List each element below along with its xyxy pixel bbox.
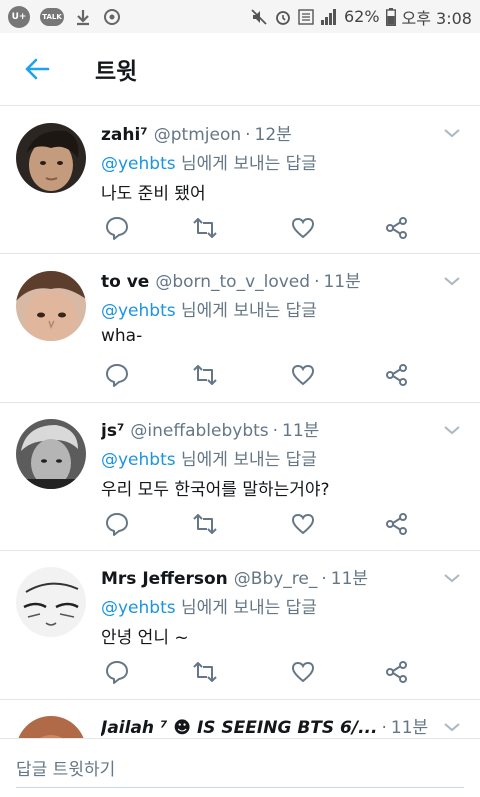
chevron-down-icon[interactable] xyxy=(442,571,462,585)
tweet-header: Mrs Jefferson @Bby_re_ · 11분 xyxy=(101,564,460,590)
tweet[interactable]: Mrs Jefferson @Bby_re_ · 11분 @yehbts 님에게… xyxy=(0,551,480,700)
avatar[interactable] xyxy=(16,271,86,341)
reply-context: @yehbts 님에게 보내는 답글 xyxy=(101,593,460,618)
tweet[interactable]: Jailah ⁷ ☻ IS SEEING BTS 6/... · 11분 xyxy=(0,700,480,738)
top-app-bar: 트윗 xyxy=(0,33,480,106)
username[interactable]: @Bby_re_ xyxy=(234,569,318,589)
like-icon[interactable] xyxy=(290,215,316,241)
volte-icon xyxy=(298,8,314,26)
display-name[interactable]: Mrs Jefferson xyxy=(101,569,228,589)
reply-context-label: 님에게 보내는 답글 xyxy=(181,450,317,470)
kakaotalk-icon: TALK xyxy=(40,7,64,26)
reply-context: @yehbts 님에게 보내는 답글 xyxy=(101,296,460,321)
username[interactable]: @born_to_v_loved xyxy=(155,272,310,292)
username[interactable]: @ptmjeon xyxy=(154,125,241,145)
tweet-header: zahi⁷ @ptmjeon · 12분 xyxy=(101,120,460,146)
chevron-down-icon[interactable] xyxy=(442,274,462,288)
share-icon[interactable] xyxy=(384,215,410,241)
mention-link[interactable]: @yehbts xyxy=(101,450,176,470)
tweet-text: wha- xyxy=(101,326,143,346)
separator-dot: · xyxy=(321,569,327,589)
reply-input[interactable] xyxy=(16,752,464,788)
sync-icon xyxy=(102,7,122,27)
reply-icon[interactable] xyxy=(104,362,130,388)
share-icon[interactable] xyxy=(384,511,410,537)
page-title: 트윗 xyxy=(95,59,138,85)
alarm-icon xyxy=(274,8,292,26)
share-icon[interactable] xyxy=(384,362,410,388)
separator-dot: · xyxy=(314,272,320,292)
username[interactable]: @ineffablebybts xyxy=(130,421,268,441)
tweet-text: 우리 모두 한국어를 말하는거야? xyxy=(101,480,330,500)
mention-link[interactable]: @yehbts xyxy=(101,154,176,174)
tweet-header: js⁷ @ineffablebybts · 11분 xyxy=(101,416,460,442)
separator-dot: · xyxy=(381,718,387,738)
reply-icon[interactable] xyxy=(104,659,130,685)
display-name[interactable]: to ve xyxy=(101,272,149,292)
download-icon xyxy=(74,8,92,26)
share-icon[interactable] xyxy=(384,659,410,685)
timestamp[interactable]: 12분 xyxy=(255,120,292,145)
mute-icon xyxy=(250,8,268,26)
clock: 오후 3:08 xyxy=(401,8,472,28)
uplus-icon: U+ xyxy=(8,5,30,28)
display-name[interactable]: zahi⁷ xyxy=(101,125,148,145)
display-name[interactable]: Jailah ⁷ ☻ IS SEEING BTS 6/... xyxy=(101,718,377,738)
tweet[interactable]: to ve @born_to_v_loved · 11분 @yehbts 님에게… xyxy=(0,254,480,403)
status-bar: U+ TALK 62% 오후 3:08 xyxy=(0,0,480,33)
display-name[interactable]: js⁷ xyxy=(101,421,124,441)
reply-context: @yehbts 님에게 보내는 답글 xyxy=(101,445,460,470)
avatar[interactable] xyxy=(16,123,86,193)
battery-icon xyxy=(385,7,396,26)
reply-composer xyxy=(0,738,480,797)
timestamp[interactable]: 11분 xyxy=(391,713,428,738)
chevron-down-icon[interactable] xyxy=(442,126,462,140)
tweet-text: 나도 준비 됐어 xyxy=(101,184,206,204)
retweet-icon[interactable] xyxy=(192,362,218,388)
separator-dot: · xyxy=(272,421,279,441)
timestamp[interactable]: 11분 xyxy=(323,267,360,292)
mention-link[interactable]: @yehbts xyxy=(101,301,176,321)
like-icon[interactable] xyxy=(290,362,316,388)
reply-context-label: 님에게 보내는 답글 xyxy=(181,598,317,618)
back-button[interactable] xyxy=(17,49,57,89)
tweet-header: Jailah ⁷ ☻ IS SEEING BTS 6/... · 11분 xyxy=(101,713,460,738)
tweet-header: to ve @born_to_v_loved · 11분 xyxy=(101,267,460,293)
like-icon[interactable] xyxy=(290,511,316,537)
timestamp[interactable]: 11분 xyxy=(331,564,368,589)
retweet-icon[interactable] xyxy=(192,659,218,685)
tweet[interactable]: zahi⁷ @ptmjeon · 12분 @yehbts 님에게 보내는 답글 … xyxy=(0,107,480,254)
tweet[interactable]: js⁷ @ineffablebybts · 11분 @yehbts 님에게 보내… xyxy=(0,403,480,551)
avatar[interactable] xyxy=(16,419,86,489)
avatar[interactable] xyxy=(16,716,86,738)
reply-icon[interactable] xyxy=(104,511,130,537)
arrow-left-icon xyxy=(25,58,50,80)
mention-link[interactable]: @yehbts xyxy=(101,598,176,618)
timestamp[interactable]: 11분 xyxy=(282,416,319,441)
avatar[interactable] xyxy=(16,567,86,637)
reply-context: @yehbts 님에게 보내는 답글 xyxy=(101,149,460,174)
signal-icon xyxy=(320,8,338,25)
retweet-icon[interactable] xyxy=(192,215,218,241)
reply-icon[interactable] xyxy=(104,215,130,241)
battery-percent: 62% xyxy=(343,7,380,26)
retweet-icon[interactable] xyxy=(192,511,218,537)
reply-context-label: 님에게 보내는 답글 xyxy=(181,301,317,321)
chevron-down-icon[interactable] xyxy=(442,720,462,734)
like-icon[interactable] xyxy=(290,659,316,685)
separator-dot: · xyxy=(245,125,251,145)
chevron-down-icon[interactable] xyxy=(442,423,462,437)
tweet-text: 안녕 언니 ~ xyxy=(101,628,189,648)
reply-context-label: 님에게 보내는 답글 xyxy=(181,154,317,174)
